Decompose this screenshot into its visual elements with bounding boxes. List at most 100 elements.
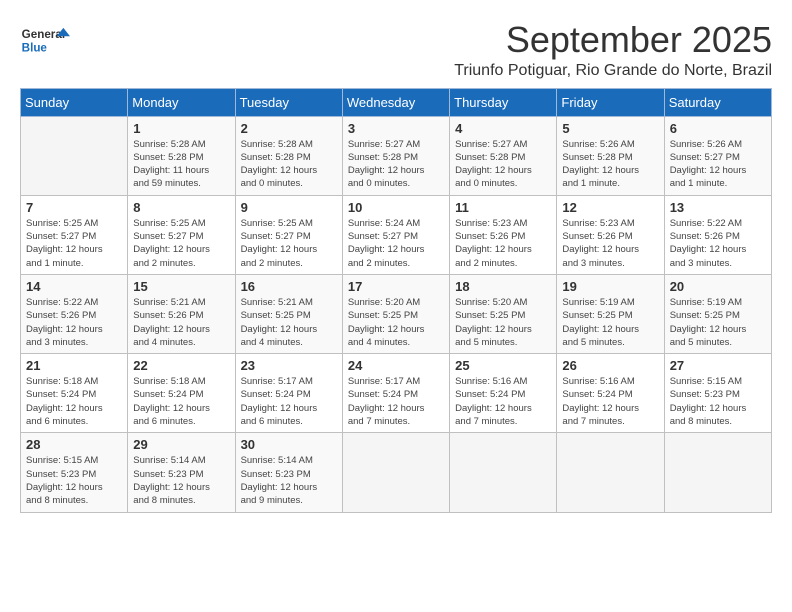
calendar-cell: 27 Sunrise: 5:15 AMSunset: 5:23 PMDayligh… — [664, 354, 771, 433]
column-header-monday: Monday — [128, 88, 235, 116]
calendar-cell: 22 Sunrise: 5:18 AMSunset: 5:24 PMDayligh… — [128, 354, 235, 433]
day-number: 3 — [348, 121, 444, 136]
day-number: 11 — [455, 200, 551, 215]
day-number: 7 — [26, 200, 122, 215]
calendar-cell — [450, 433, 557, 512]
day-info: Sunrise: 5:28 AMSunset: 5:28 PMDaylight:… — [241, 138, 337, 191]
day-info: Sunrise: 5:20 AMSunset: 5:25 PMDaylight:… — [455, 296, 551, 349]
calendar-cell: 23 Sunrise: 5:17 AMSunset: 5:24 PMDayligh… — [235, 354, 342, 433]
calendar-cell: 17 Sunrise: 5:20 AMSunset: 5:25 PMDayligh… — [342, 274, 449, 353]
calendar-cell: 20 Sunrise: 5:19 AMSunset: 5:25 PMDayligh… — [664, 274, 771, 353]
column-header-tuesday: Tuesday — [235, 88, 342, 116]
day-number: 9 — [241, 200, 337, 215]
day-number: 24 — [348, 358, 444, 373]
day-number: 23 — [241, 358, 337, 373]
location-title: Triunfo Potiguar, Rio Grande do Norte, B… — [454, 62, 772, 80]
day-number: 5 — [562, 121, 658, 136]
calendar-cell — [557, 433, 664, 512]
calendar-cell: 26Sunrise: 5:16 AMSunset: 5:24 PMDayligh… — [557, 354, 664, 433]
day-info: Sunrise: 5:25 AMSunset: 5:27 PMDaylight:… — [241, 217, 337, 270]
calendar-cell — [21, 116, 128, 195]
day-info: Sunrise: 5:22 AMSunset: 5:26 PMDaylight:… — [670, 217, 766, 270]
column-header-saturday: Saturday — [664, 88, 771, 116]
day-info: Sunrise: 5:17 AMSunset: 5:24 PMDaylight:… — [348, 375, 444, 428]
calendar-week-row: 7 Sunrise: 5:25 AMSunset: 5:27 PMDaylight… — [21, 195, 772, 274]
day-info: Sunrise: 5:26 AMSunset: 5:27 PMDaylight:… — [670, 138, 766, 191]
day-info: Sunrise: 5:21 AMSunset: 5:25 PMDaylight:… — [241, 296, 337, 349]
calendar-cell: 3 Sunrise: 5:27 AMSunset: 5:28 PMDaylight… — [342, 116, 449, 195]
calendar-cell: 1 Sunrise: 5:28 AMSunset: 5:28 PMDaylight… — [128, 116, 235, 195]
calendar-cell: 16Sunrise: 5:21 AMSunset: 5:25 PMDayligh… — [235, 274, 342, 353]
calendar-cell: 11 Sunrise: 5:23 AMSunset: 5:26 PMDayligh… — [450, 195, 557, 274]
day-number: 8 — [133, 200, 229, 215]
calendar-cell: 18 Sunrise: 5:20 AMSunset: 5:25 PMDayligh… — [450, 274, 557, 353]
day-info: Sunrise: 5:26 AMSunset: 5:28 PMDaylight:… — [562, 138, 658, 191]
calendar-cell: 6 Sunrise: 5:26 AMSunset: 5:27 PMDaylight… — [664, 116, 771, 195]
day-number: 14 — [26, 279, 122, 294]
day-info: Sunrise: 5:25 AMSunset: 5:27 PMDaylight:… — [133, 217, 229, 270]
day-number: 6 — [670, 121, 766, 136]
calendar-cell: 12Sunrise: 5:23 AMSunset: 5:26 PMDayligh… — [557, 195, 664, 274]
day-number: 28 — [26, 437, 122, 452]
day-number: 4 — [455, 121, 551, 136]
day-number: 22 — [133, 358, 229, 373]
month-title: September 2025 — [454, 20, 772, 60]
column-header-sunday: Sunday — [21, 88, 128, 116]
day-number: 12 — [562, 200, 658, 215]
day-info: Sunrise: 5:16 AMSunset: 5:24 PMDaylight:… — [455, 375, 551, 428]
day-info: Sunrise: 5:15 AMSunset: 5:23 PMDaylight:… — [670, 375, 766, 428]
calendar-cell: 13Sunrise: 5:22 AMSunset: 5:26 PMDayligh… — [664, 195, 771, 274]
logo-icon: General Blue — [20, 20, 70, 60]
day-number: 19 — [562, 279, 658, 294]
column-header-friday: Friday — [557, 88, 664, 116]
calendar-week-row: 28 Sunrise: 5:15 AMSunset: 5:23 PMDayligh… — [21, 433, 772, 512]
day-info: Sunrise: 5:24 AMSunset: 5:27 PMDaylight:… — [348, 217, 444, 270]
calendar-cell: 24 Sunrise: 5:17 AMSunset: 5:24 PMDayligh… — [342, 354, 449, 433]
calendar-cell: 10Sunrise: 5:24 AMSunset: 5:27 PMDayligh… — [342, 195, 449, 274]
day-number: 18 — [455, 279, 551, 294]
day-info: Sunrise: 5:14 AMSunset: 5:23 PMDaylight:… — [241, 454, 337, 507]
calendar-header-row: SundayMondayTuesdayWednesdayThursdayFrid… — [21, 88, 772, 116]
day-number: 20 — [670, 279, 766, 294]
day-info: Sunrise: 5:15 AMSunset: 5:23 PMDaylight:… — [26, 454, 122, 507]
day-number: 1 — [133, 121, 229, 136]
calendar-cell: 9 Sunrise: 5:25 AMSunset: 5:27 PMDaylight… — [235, 195, 342, 274]
calendar-cell — [342, 433, 449, 512]
calendar-cell: 25 Sunrise: 5:16 AMSunset: 5:24 PMDayligh… — [450, 354, 557, 433]
calendar-cell: 15Sunrise: 5:21 AMSunset: 5:26 PMDayligh… — [128, 274, 235, 353]
day-number: 27 — [670, 358, 766, 373]
svg-text:Blue: Blue — [22, 41, 48, 54]
day-info: Sunrise: 5:19 AMSunset: 5:25 PMDaylight:… — [670, 296, 766, 349]
day-info: Sunrise: 5:23 AMSunset: 5:26 PMDaylight:… — [455, 217, 551, 270]
day-info: Sunrise: 5:20 AMSunset: 5:25 PMDaylight:… — [348, 296, 444, 349]
column-header-wednesday: Wednesday — [342, 88, 449, 116]
calendar-table: SundayMondayTuesdayWednesdayThursdayFrid… — [20, 88, 772, 513]
day-info: Sunrise: 5:27 AMSunset: 5:28 PMDaylight:… — [455, 138, 551, 191]
day-number: 2 — [241, 121, 337, 136]
logo: General Blue — [20, 20, 74, 60]
day-info: Sunrise: 5:18 AMSunset: 5:24 PMDaylight:… — [26, 375, 122, 428]
day-info: Sunrise: 5:28 AMSunset: 5:28 PMDaylight:… — [133, 138, 229, 191]
day-info: Sunrise: 5:22 AMSunset: 5:26 PMDaylight:… — [26, 296, 122, 349]
day-info: Sunrise: 5:27 AMSunset: 5:28 PMDaylight:… — [348, 138, 444, 191]
calendar-cell — [664, 433, 771, 512]
day-info: Sunrise: 5:17 AMSunset: 5:24 PMDaylight:… — [241, 375, 337, 428]
calendar-cell: 30Sunrise: 5:14 AMSunset: 5:23 PMDayligh… — [235, 433, 342, 512]
page-header: General Blue September 2025 Triunfo Poti… — [20, 20, 772, 80]
calendar-week-row: 21Sunrise: 5:18 AMSunset: 5:24 PMDayligh… — [21, 354, 772, 433]
day-number: 29 — [133, 437, 229, 452]
title-section: September 2025 Triunfo Potiguar, Rio Gra… — [454, 20, 772, 80]
day-info: Sunrise: 5:21 AMSunset: 5:26 PMDaylight:… — [133, 296, 229, 349]
calendar-cell: 21Sunrise: 5:18 AMSunset: 5:24 PMDayligh… — [21, 354, 128, 433]
day-number: 17 — [348, 279, 444, 294]
calendar-cell: 14 Sunrise: 5:22 AMSunset: 5:26 PMDayligh… — [21, 274, 128, 353]
calendar-week-row: 1 Sunrise: 5:28 AMSunset: 5:28 PMDaylight… — [21, 116, 772, 195]
day-info: Sunrise: 5:18 AMSunset: 5:24 PMDaylight:… — [133, 375, 229, 428]
calendar-cell: 19 Sunrise: 5:19 AMSunset: 5:25 PMDayligh… — [557, 274, 664, 353]
day-info: Sunrise: 5:19 AMSunset: 5:25 PMDaylight:… — [562, 296, 658, 349]
day-info: Sunrise: 5:14 AMSunset: 5:23 PMDaylight:… — [133, 454, 229, 507]
day-number: 25 — [455, 358, 551, 373]
calendar-cell: 28 Sunrise: 5:15 AMSunset: 5:23 PMDayligh… — [21, 433, 128, 512]
calendar-cell: 2 Sunrise: 5:28 AMSunset: 5:28 PMDaylight… — [235, 116, 342, 195]
day-info: Sunrise: 5:16 AMSunset: 5:24 PMDaylight:… — [562, 375, 658, 428]
